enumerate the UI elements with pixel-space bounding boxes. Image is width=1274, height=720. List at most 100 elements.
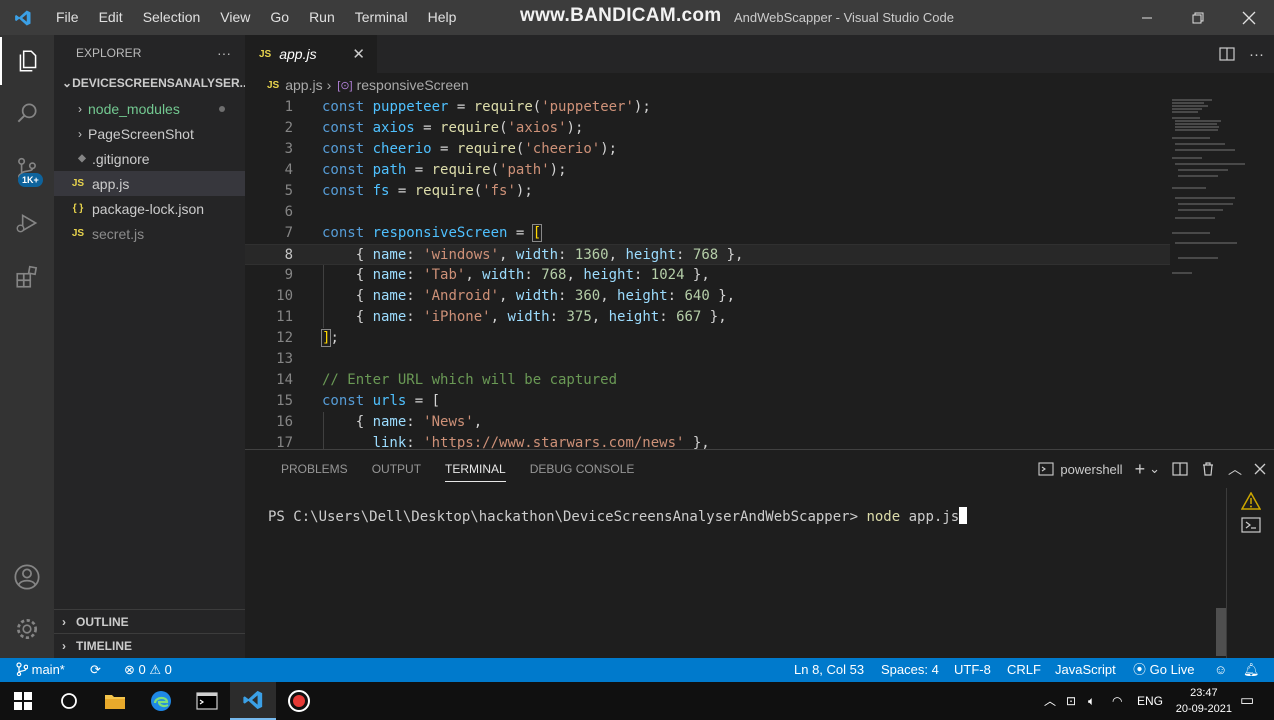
panel-actions: powershell + ⌄ ︿ — [1038, 450, 1266, 488]
workspace-folder[interactable]: ⌄ DEVICESCREENSANALYSER... — [54, 70, 245, 96]
outline-section[interactable]: › OUTLINE — [54, 609, 245, 633]
tree-item-pagescreenshot[interactable]: › PageScreenShot — [54, 121, 245, 146]
chevron-up-icon[interactable]: ︿ — [1228, 459, 1242, 479]
cursor-position[interactable]: Ln 8, Col 53 — [794, 658, 864, 682]
restore-button[interactable] — [1172, 0, 1223, 35]
end-of-line[interactable]: CRLF — [1007, 658, 1041, 682]
branch-indicator[interactable]: main* — [16, 658, 65, 682]
start-button[interactable] — [0, 682, 46, 720]
tree-item-label: .gitignore — [92, 150, 150, 167]
code-editor[interactable]: 1 const puppeteer = require('puppeteer');… — [245, 97, 1170, 449]
tree-item-node-modules[interactable]: › node_modules — [54, 96, 245, 121]
tree-item-gitignore[interactable]: ◆ .gitignore — [54, 146, 245, 171]
tab-output[interactable]: OUTPUT — [360, 450, 433, 488]
tree-item-secret-js[interactable]: JS secret.js — [54, 221, 245, 246]
source-control-activity-button[interactable]: 1K+ — [0, 145, 54, 193]
cortana-button[interactable] — [46, 682, 92, 720]
wifi-icon[interactable]: ◠ — [1112, 682, 1122, 720]
file-explorer-taskbar-button[interactable] — [92, 682, 138, 720]
menu-view[interactable]: View — [210, 0, 260, 35]
indentation[interactable]: Spaces: 4 — [881, 658, 939, 682]
timeline-label: TIMELINE — [76, 638, 132, 653]
vscode-taskbar-button[interactable] — [230, 682, 276, 720]
close-tab-icon[interactable]: ✕ — [352, 45, 365, 63]
editor-scrollbar[interactable] — [1262, 97, 1274, 449]
warning-icon[interactable] — [1241, 492, 1261, 510]
timeline-section[interactable]: › TIMELINE — [54, 633, 245, 657]
terminal-command-arg: app.js — [900, 509, 960, 525]
problems-indicator[interactable]: ⊗ 0 ⚠ 0 — [124, 658, 172, 682]
bandicam-taskbar-button[interactable] — [276, 682, 322, 720]
code-line: 13 — [276, 351, 293, 367]
chevron-right-icon: › — [62, 614, 66, 629]
close-window-button[interactable] — [1223, 0, 1274, 35]
tree-item-app-js[interactable]: JS app.js — [54, 171, 245, 196]
close-panel-icon[interactable] — [1254, 463, 1266, 475]
breadcrumb-file[interactable]: app.js — [285, 77, 322, 93]
terminal-output[interactable]: PS C:\Users\Dell\Desktop\hackathon\Devic… — [268, 507, 968, 525]
edge-taskbar-button[interactable] — [138, 682, 184, 720]
new-terminal-icon[interactable]: + — [1135, 459, 1146, 480]
chevron-down-icon[interactable]: ⌄ — [1149, 461, 1160, 477]
vscode-logo-icon — [0, 0, 46, 35]
trash-icon[interactable] — [1200, 461, 1216, 477]
terminal-scrollbar[interactable] — [1216, 608, 1226, 656]
tab-problems[interactable]: PROBLEMS — [269, 450, 360, 488]
warning-count: 0 — [164, 662, 172, 677]
split-terminal-icon[interactable] — [1172, 461, 1188, 477]
menu-file[interactable]: File — [46, 0, 89, 35]
feedback-icon[interactable]: ☺ — [1214, 658, 1227, 682]
show-hidden-icons[interactable]: ︿ — [1044, 682, 1056, 720]
go-live-button[interactable]: ⦿ Go Live — [1133, 658, 1194, 682]
run-debug-activity-button[interactable] — [0, 199, 54, 247]
menu-run[interactable]: Run — [299, 0, 345, 35]
code-line: 2 const axios = require('axios'); — [284, 120, 584, 136]
more-actions-icon[interactable]: ··· — [1249, 46, 1264, 63]
breadcrumb-symbol[interactable]: responsiveScreen — [357, 77, 469, 93]
windows-logo-icon — [14, 692, 32, 710]
tree-item-package-lock[interactable]: { } package-lock.json — [54, 196, 245, 221]
minimap[interactable] — [1170, 97, 1260, 449]
notifications-icon[interactable]: 🔔︎ — [1243, 658, 1260, 682]
source-control-badge: 1K+ — [18, 173, 43, 187]
menu-terminal[interactable]: Terminal — [345, 0, 418, 35]
menu-help[interactable]: Help — [418, 0, 467, 35]
code-line-current: 8 { name: 'windows', width: 1360, height… — [245, 244, 1170, 265]
minimize-button[interactable] — [1121, 0, 1172, 35]
split-editor-icon[interactable] — [1219, 46, 1235, 62]
tab-debug-console[interactable]: DEBUG CONSOLE — [518, 450, 647, 488]
shell-selector[interactable]: powershell — [1060, 462, 1122, 477]
accounts-activity-button[interactable] — [0, 553, 54, 601]
menu-go[interactable]: Go — [260, 0, 299, 35]
outline-label: OUTLINE — [76, 614, 129, 629]
chevron-right-icon: › — [78, 126, 82, 141]
search-activity-button[interactable] — [0, 89, 54, 137]
clock[interactable]: 23:47 20-09-2021 — [1176, 685, 1232, 717]
volume-icon[interactable]: 🔈︎ — [1088, 682, 1095, 720]
code-line: 4 const path = require('path'); — [284, 162, 567, 178]
manage-activity-button[interactable] — [0, 605, 54, 653]
menu-selection[interactable]: Selection — [133, 0, 211, 35]
explorer-header: EXPLORER ··· — [54, 35, 245, 70]
explorer-activity-button[interactable] — [0, 37, 54, 85]
encoding[interactable]: UTF-8 — [954, 658, 991, 682]
go-live-label: Go Live — [1149, 662, 1195, 677]
terminal-instance-icon[interactable] — [1241, 516, 1261, 534]
explorer-more-button[interactable]: ··· — [217, 45, 231, 61]
sync-icon[interactable]: ⟳ — [90, 658, 101, 682]
input-language[interactable]: ENG — [1137, 682, 1163, 720]
language-mode[interactable]: JavaScript — [1055, 658, 1116, 682]
close-icon — [1242, 11, 1255, 24]
tab-terminal[interactable]: TERMINAL — [433, 450, 518, 488]
cmd-icon — [196, 692, 218, 710]
broadcast-icon: ⦿ — [1133, 662, 1147, 677]
code-line: 3 const cheerio = require('cheerio'); — [284, 141, 618, 157]
network-icon[interactable]: ⊡ — [1066, 682, 1076, 720]
modified-dot — [219, 106, 225, 112]
extensions-activity-button[interactable] — [0, 253, 54, 301]
tab-app-js[interactable]: JS app.js ✕ — [245, 35, 377, 73]
action-center-icon[interactable]: ▭ — [1240, 682, 1254, 720]
code-line: 5 const fs = require('fs'); — [284, 183, 533, 199]
menu-edit[interactable]: Edit — [89, 0, 133, 35]
terminal-taskbar-button[interactable] — [184, 682, 230, 720]
